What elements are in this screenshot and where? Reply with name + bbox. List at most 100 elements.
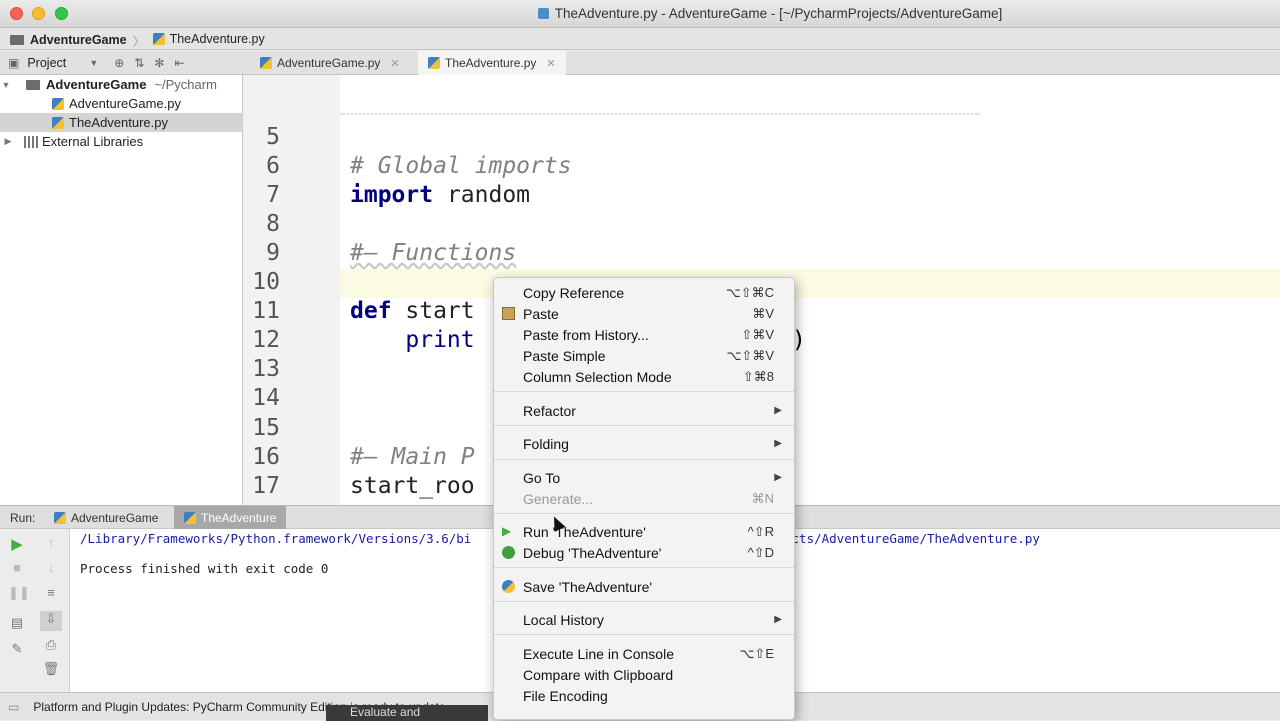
breadcrumb-project[interactable]: AdventureGame 〉 — [0, 29, 145, 51]
menu-item-file-encoding[interactable]: File Encoding — [494, 685, 794, 706]
submenu-arrow-icon: ▶ — [774, 614, 782, 625]
menu-item-local-history[interactable]: Local History ▶ — [494, 609, 794, 630]
scroll-to-end-icon[interactable]: ⇩ — [40, 611, 62, 631]
menu-item-paste-simple[interactable]: Paste Simple ⌥⇧⌘V — [494, 345, 794, 366]
python-icon — [502, 580, 515, 593]
console-line: /Library/Frameworks/Python.framework/Ver… — [80, 531, 472, 546]
line-number: 14 — [252, 385, 280, 411]
paste-icon — [502, 307, 515, 320]
menu-separator — [494, 513, 794, 514]
menu-item-compare-clipboard[interactable]: Compare with Clipboard — [494, 664, 794, 685]
scroll-from-source-icon[interactable]: ⊕ — [114, 56, 124, 70]
window-title: TheAdventure.py - AdventureGame - [~/Pyc… — [0, 6, 1280, 21]
hide-panel-icon[interactable]: ⇤ — [174, 56, 184, 70]
code-line: # Global imports — [350, 153, 572, 179]
pin-icon[interactable]: ✎ — [8, 641, 26, 657]
run-icon: ▶ — [502, 524, 512, 538]
menu-separator — [494, 601, 794, 602]
menu-item-generate[interactable]: Generate... ⌘N — [494, 488, 794, 509]
tab-adventuregame[interactable]: AdventureGame.py ✕ — [250, 51, 410, 75]
python-file-icon — [52, 116, 64, 129]
menu-separator — [494, 567, 794, 568]
line-number: 8 — [266, 211, 280, 237]
submenu-arrow-icon: ▶ — [774, 405, 782, 416]
line-number: 9 — [266, 240, 280, 266]
status-toggle-icon[interactable]: ▭ — [8, 700, 19, 714]
project-view-selector[interactable]: ▣ Project ▼ ⊕ ⇅ ✻ ⇤ — [8, 51, 195, 75]
close-tab-icon[interactable]: ✕ — [546, 57, 555, 70]
tool-row: ▣ Project ▼ ⊕ ⇅ ✻ ⇤ AdventureGame.py ✕ T… — [0, 51, 1280, 75]
menu-item-copy-reference[interactable]: Copy Reference ⌥⇧⌘C — [494, 282, 794, 303]
close-tab-icon[interactable]: ✕ — [390, 57, 399, 70]
expand-arrow-icon[interactable]: ▶ — [2, 136, 14, 147]
code-line: #— Functions — [350, 240, 517, 266]
run-toolbar: ▶ ↑ ■ ↓ ❚❚ ≡ ▤ ⇩ ✎ ⎙ 🗑 — [0, 529, 70, 692]
line-number: 7 — [266, 182, 280, 208]
pause-icon[interactable]: ❚❚ — [8, 585, 30, 601]
project-icon: ▣ — [8, 56, 20, 70]
library-icon — [24, 135, 38, 148]
stop-icon[interactable]: ■ — [8, 560, 26, 576]
line-number: 6 — [266, 153, 280, 179]
menu-separator — [494, 459, 794, 460]
menu-separator — [494, 634, 794, 635]
menu-item-folding[interactable]: Folding ▶ — [494, 433, 794, 454]
gear-icon[interactable]: ✻ — [154, 56, 164, 70]
file-icon — [537, 8, 549, 19]
menu-item-paste[interactable]: Paste ⌘V — [494, 303, 794, 324]
rerun-icon[interactable]: ▶ — [8, 535, 26, 553]
menu-item-refactor[interactable]: Refactor ▶ — [494, 400, 794, 421]
python-file-icon — [260, 57, 272, 69]
folder-icon — [26, 79, 40, 90]
line-number: 11 — [252, 298, 280, 324]
run-tab-adventuregame[interactable]: AdventureGame — [44, 506, 168, 529]
breadcrumb: AdventureGame 〉 TheAdventure.py — [0, 28, 1280, 50]
breadcrumb-file[interactable]: TheAdventure.py — [149, 28, 265, 50]
folded-region-marker — [340, 113, 980, 119]
line-number: 16 — [252, 444, 280, 470]
editor-context-menu: Copy Reference ⌥⇧⌘C Paste ⌘V Paste from Hi… — [493, 277, 795, 720]
chevron-down-icon: ▼ — [89, 58, 99, 68]
menu-item-run[interactable]: ▶ Run 'TheAdventure' ^⇧R — [494, 521, 794, 542]
tree-file-selected[interactable]: TheAdventure.py — [0, 113, 243, 132]
project-panel: ▼ AdventureGame ~/Pycharm AdventureGame.… — [0, 75, 243, 505]
menu-item-go-to[interactable]: Go To ▶ — [494, 467, 794, 488]
soft-wrap-icon[interactable]: ≡ — [42, 585, 60, 601]
collapse-all-icon[interactable]: ⇅ — [134, 56, 144, 70]
menu-item-column-selection[interactable]: Column Selection Mode ⇧⌘8 — [494, 366, 794, 387]
run-tab-theadventure[interactable]: TheAdventure — [174, 506, 287, 529]
menu-item-paste-from-history[interactable]: Paste from History... ⇧⌘V — [494, 324, 794, 345]
console-line: Process finished with exit code 0 — [80, 561, 329, 576]
python-file-icon — [54, 511, 66, 524]
python-file-icon — [152, 33, 165, 45]
menu-item-debug[interactable]: Debug 'TheAdventure' ^⇧D — [494, 542, 794, 563]
title-bar: TheAdventure.py - AdventureGame - [~/Pyc… — [0, 0, 1280, 28]
python-file-icon — [52, 97, 64, 110]
tree-file[interactable]: AdventureGame.py — [0, 94, 243, 113]
tab-theadventure[interactable]: TheAdventure.py ✕ — [418, 51, 566, 75]
expand-arrow-icon[interactable]: ▼ — [0, 80, 12, 90]
code-line: def start — [350, 298, 475, 324]
line-number: 12 — [252, 327, 280, 353]
layout-icon[interactable]: ▤ — [8, 615, 26, 631]
trash-icon[interactable]: 🗑 — [42, 661, 60, 677]
line-number: 15 — [252, 415, 280, 441]
tree-external-libraries[interactable]: ▶ External Libraries — [0, 132, 243, 151]
line-number: 5 — [266, 124, 280, 150]
print-icon[interactable]: ⎙ — [42, 637, 60, 653]
line-number: 17 — [252, 473, 280, 499]
tree-root[interactable]: ▼ AdventureGame ~/Pycharm — [0, 75, 243, 94]
debug-icon — [502, 546, 515, 559]
code-line: import random — [350, 182, 531, 208]
up-arrow-icon[interactable]: ↑ — [42, 535, 60, 551]
menu-separator — [494, 391, 794, 392]
down-arrow-icon[interactable]: ↓ — [42, 560, 60, 576]
menu-item-save[interactable]: Save 'TheAdventure' — [494, 576, 794, 597]
python-file-icon — [428, 57, 440, 69]
menu-item-execute-line[interactable]: Execute Line in Console ⌥⇧E — [494, 643, 794, 664]
code-line: print — [350, 327, 475, 353]
run-label: Run: — [10, 510, 36, 525]
code-line: #— Main P — [350, 444, 475, 470]
line-number: 10 — [252, 269, 280, 295]
submenu-arrow-icon: ▶ — [774, 472, 782, 483]
